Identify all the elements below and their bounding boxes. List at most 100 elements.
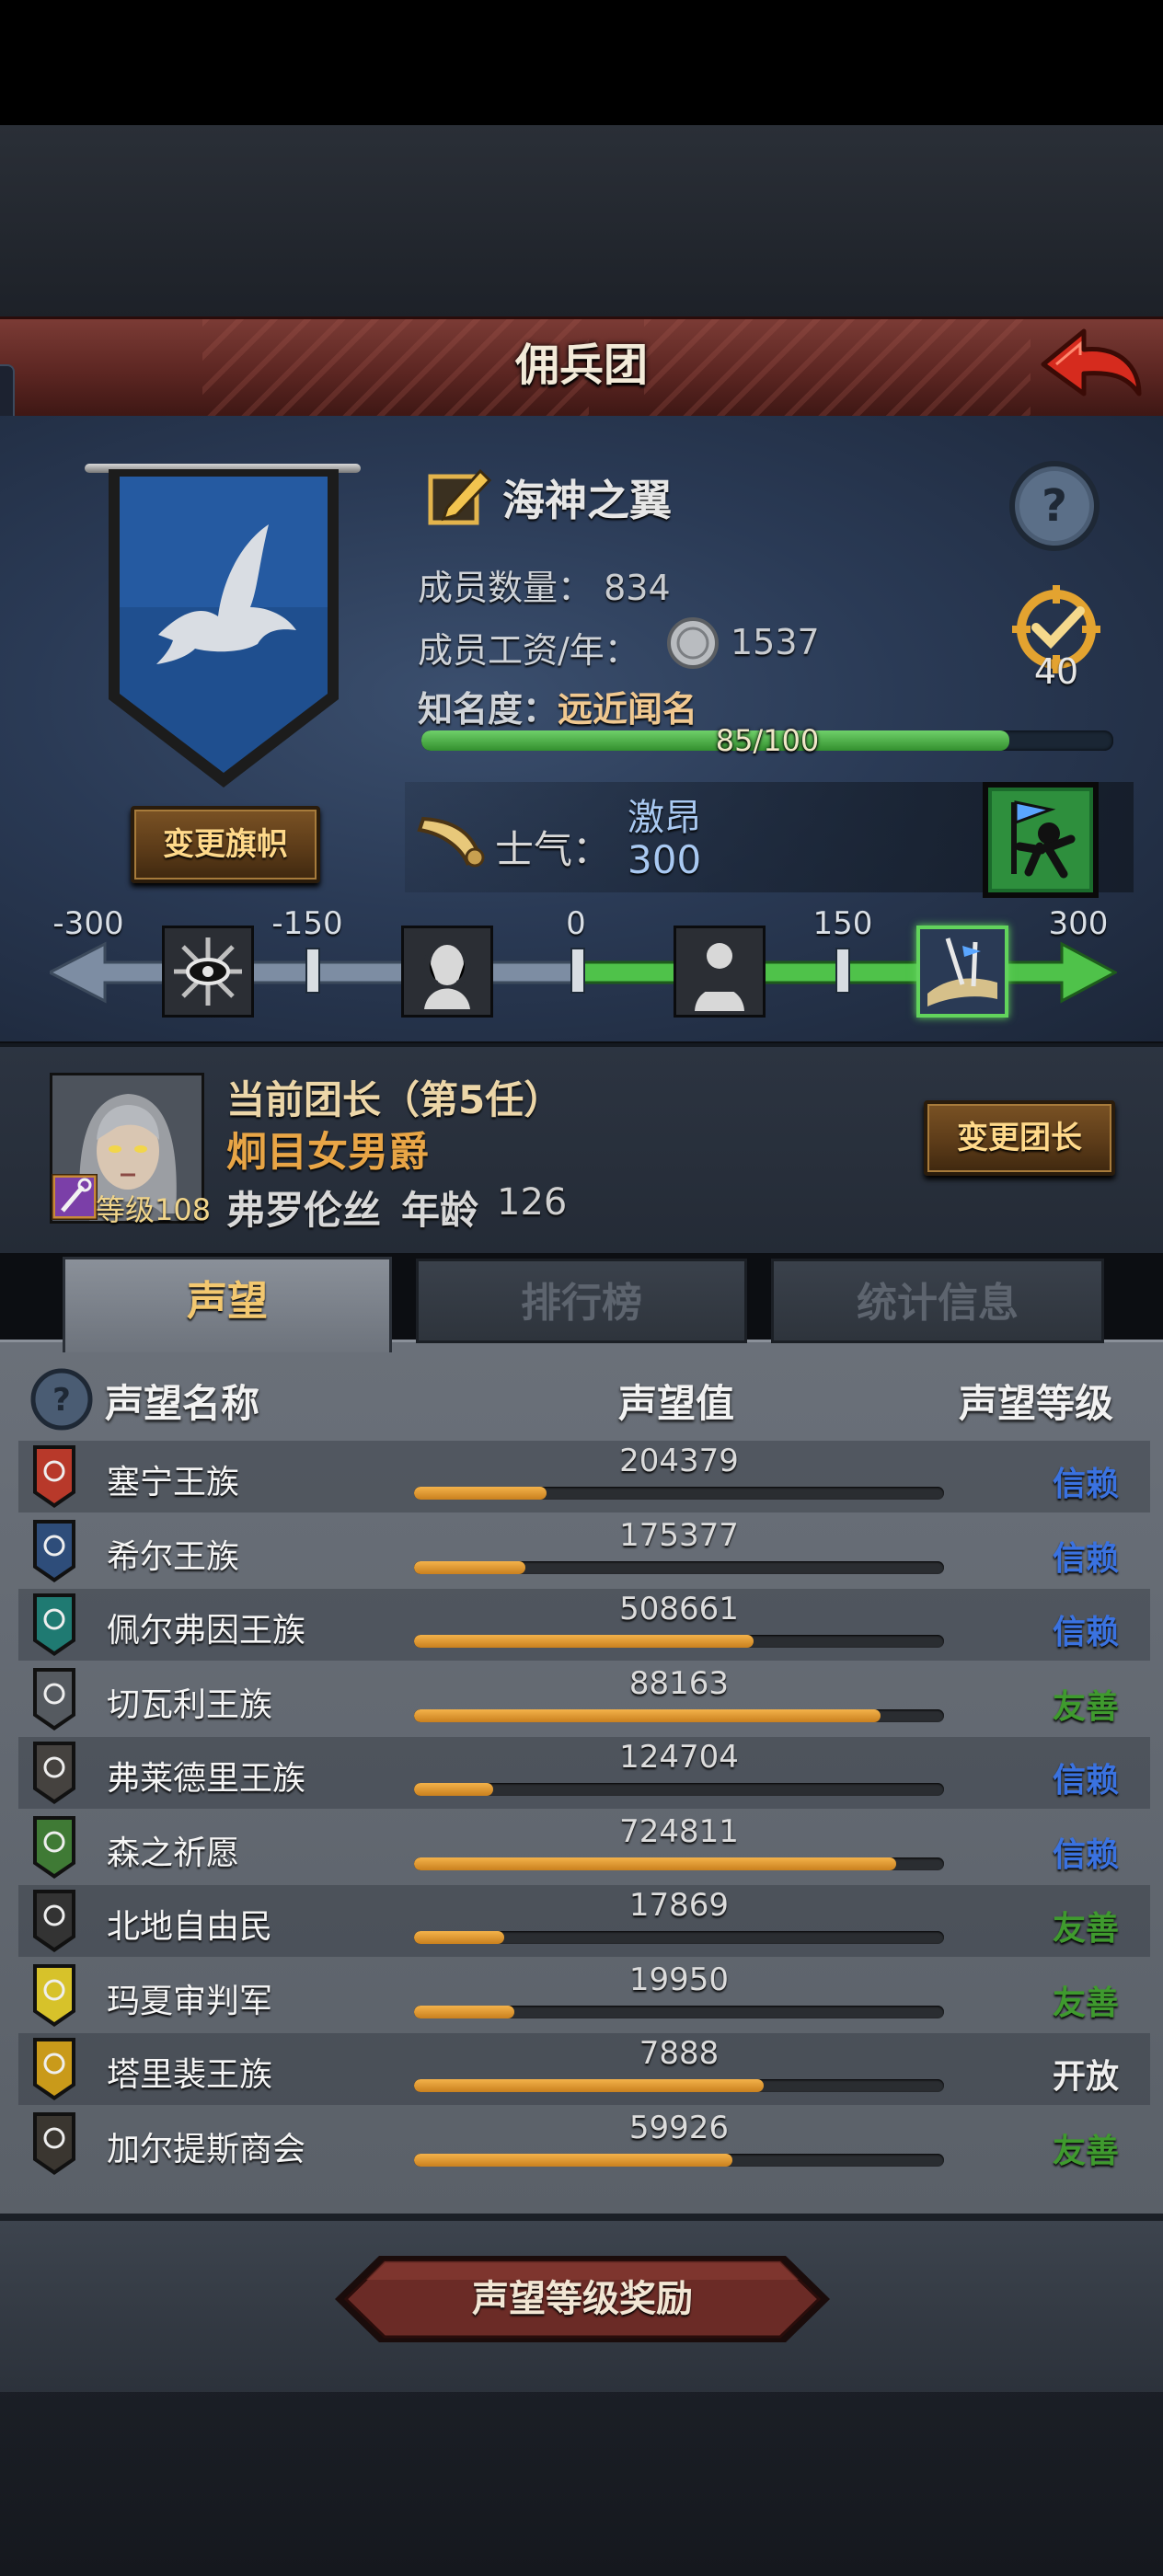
charge-flag-icon[interactable]	[983, 782, 1099, 898]
morale-value: 300	[628, 837, 702, 882]
reputation-value: 7888	[639, 2035, 720, 2072]
morale-fear-icon[interactable]	[401, 926, 493, 1018]
fame-progress-text: 85/100	[715, 723, 820, 758]
horn-icon	[414, 810, 488, 874]
reputation-level: 信赖	[1052, 1762, 1119, 1800]
age-value: 126	[497, 1181, 568, 1224]
help-button[interactable]: ?	[1007, 458, 1102, 554]
status-bar-area	[0, 0, 1163, 125]
faction-name: 佩尔弗因王族	[107, 1612, 306, 1650]
class-staff-icon	[50, 1172, 99, 1222]
reputation-progress-bar	[414, 1857, 944, 1870]
faction-crest-icon	[31, 2110, 77, 2177]
scale-tick	[835, 948, 850, 994]
reputation-progress-bar	[414, 2154, 944, 2167]
page-title: 佣兵团	[514, 339, 648, 391]
faction-name: 北地自由民	[107, 1908, 273, 1946]
members-row: 成员数量： 834	[418, 559, 671, 610]
reputation-value: 204379	[619, 1443, 739, 1479]
reward-button[interactable]: 声望等级奖励	[331, 2252, 834, 2346]
guild-banner	[103, 469, 344, 791]
reputation-value: 59926	[628, 2110, 730, 2146]
scale-tick	[570, 948, 585, 994]
morale-inspired-icon[interactable]	[916, 926, 1008, 1018]
morale-despair-icon[interactable]	[162, 926, 254, 1018]
reputation-level: 友善	[1052, 1910, 1119, 1948]
reputation-progress-bar	[414, 1561, 944, 1574]
table-help-button[interactable]: ?	[29, 1367, 94, 1432]
change-leader-button[interactable]: 变更团长	[924, 1100, 1115, 1176]
reputation-progress-bar	[414, 1635, 944, 1648]
reputation-progress-bar	[414, 1931, 944, 1944]
faction-crest-icon	[31, 1962, 77, 2029]
reputation-value: 88163	[628, 1665, 730, 1702]
tab-reputation[interactable]: 声望	[63, 1257, 392, 1352]
reputation-progress-fill	[414, 1709, 881, 1722]
reputation-progress-bar	[414, 2006, 944, 2018]
reputation-progress-bar	[414, 1783, 944, 1796]
reputation-progress-fill	[414, 1487, 547, 1500]
header-level: 声望等级	[959, 1381, 1114, 1426]
reputation-progress-bar	[414, 1487, 944, 1500]
question-icon: ?	[30, 1368, 93, 1431]
reputation-progress-fill	[414, 2079, 765, 2092]
faction-crest-icon	[31, 1518, 77, 1584]
reputation-value: 724811	[619, 1813, 739, 1850]
reputation-level: 开放	[1052, 2058, 1119, 2096]
reputation-level: 友善	[1052, 1984, 1119, 2022]
pencil-icon	[428, 468, 492, 525]
tab-ranking[interactable]: 排行榜	[416, 1259, 747, 1343]
reputation-level: 友善	[1052, 1688, 1119, 1726]
back-button[interactable]	[1036, 318, 1146, 407]
faction-crest-icon	[31, 1740, 77, 1806]
reputation-progress-fill	[414, 1857, 897, 1870]
faction-name: 切瓦利王族	[107, 1686, 273, 1724]
faction-name: 加尔提斯商会	[107, 2131, 306, 2168]
reputation-progress-bar	[414, 2079, 944, 2092]
faction-crest-icon	[31, 1443, 77, 1510]
dove-emblem-icon	[109, 469, 339, 788]
reputation-progress-fill	[414, 1783, 494, 1796]
reputation-value: 508661	[619, 1591, 739, 1627]
morale-calm-icon[interactable]	[674, 926, 766, 1018]
background-top	[0, 125, 1163, 318]
members-label: 成员数量：	[418, 568, 593, 608]
change-flag-button[interactable]: 变更旗帜	[131, 806, 320, 883]
reputation-progress-fill	[414, 2154, 732, 2167]
faction-name: 希尔王族	[107, 1538, 240, 1576]
faction-name: 塞宁王族	[107, 1464, 240, 1501]
silver-coin-icon	[666, 616, 720, 670]
reputation-progress-bar	[414, 1709, 944, 1722]
reputation-value: 124704	[619, 1739, 739, 1776]
faction-crest-icon	[31, 1592, 77, 1658]
header-name: 声望名称	[105, 1381, 260, 1426]
guild-name: 海神之翼	[502, 476, 672, 525]
leader-rank: 炯目女男爵	[226, 1129, 429, 1176]
reputation-level: 信赖	[1052, 1540, 1119, 1578]
background-bottom	[0, 2383, 1163, 2576]
reputation-value: 19950	[628, 1961, 730, 1998]
leader-title: 当前团长（第5任）	[226, 1077, 563, 1122]
reputation-level: 信赖	[1052, 1466, 1119, 1503]
reputation-level: 信赖	[1052, 1836, 1119, 1874]
faction-crest-icon	[31, 1666, 77, 1732]
faction-name: 塔里裴王族	[107, 2056, 273, 2094]
wage-label: 成员工资/年：	[418, 630, 639, 671]
faction-crest-icon	[31, 1888, 77, 1954]
tab-statistics[interactable]: 统计信息	[771, 1259, 1104, 1343]
morale-label: 士气：	[495, 827, 612, 872]
reputation-value: 17869	[628, 1887, 730, 1924]
faction-crest-icon	[31, 2036, 77, 2102]
reputation-value: 175377	[619, 1517, 739, 1554]
edit-name-button[interactable]	[425, 464, 495, 528]
reputation-progress-fill	[414, 1635, 754, 1648]
members-value: 834	[604, 568, 671, 608]
faction-name: 森之祈愿	[107, 1834, 240, 1872]
reputation-progress-fill	[414, 1931, 504, 1944]
morale-state: 激昂	[628, 797, 701, 839]
achievement-badge-value: 40	[1033, 651, 1079, 692]
question-icon: ?	[1009, 461, 1100, 551]
faction-name: 弗莱德里王族	[107, 1760, 306, 1798]
scale-tick	[305, 948, 320, 994]
leader-level: 等级108	[96, 1192, 212, 1227]
